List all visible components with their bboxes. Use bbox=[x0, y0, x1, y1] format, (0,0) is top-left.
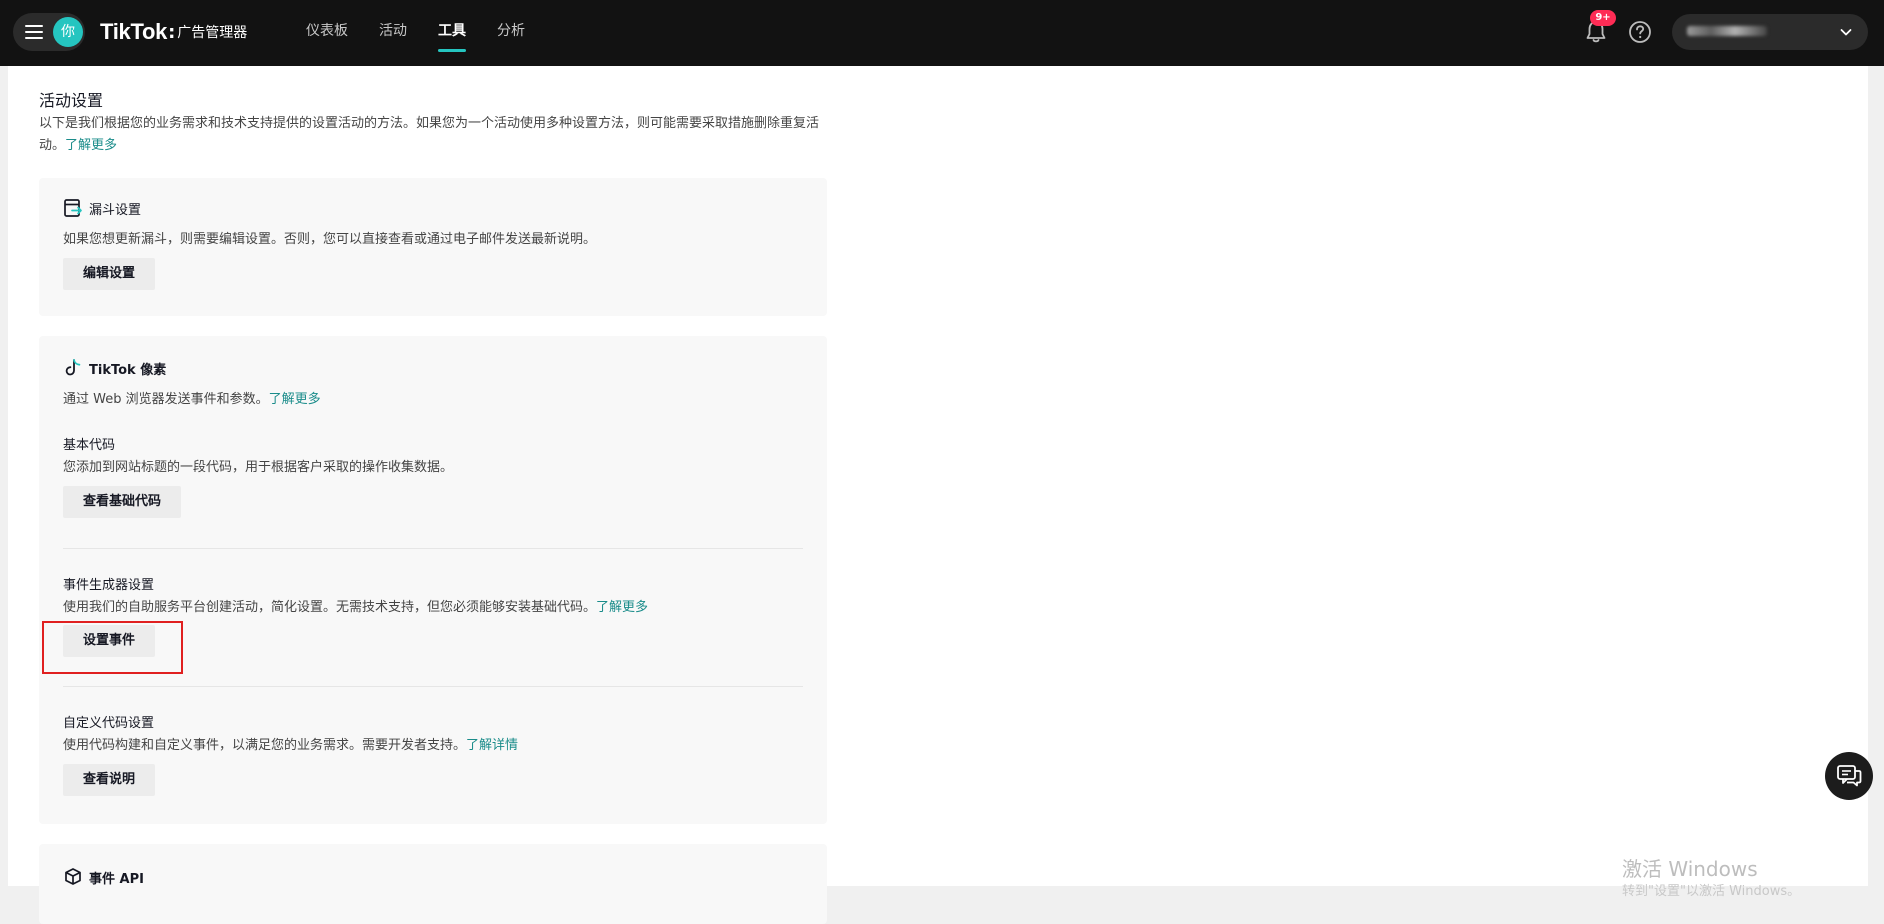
page-description-text: 以下是我们根据您的业务需求和技术支持提供的设置活动的方法。如果您为一个活动使用多… bbox=[39, 116, 820, 153]
brand-logo[interactable]: TikTok : 广告管理器 bbox=[100, 18, 247, 46]
pixel-learn-more-link[interactable]: 了解更多 bbox=[269, 392, 321, 407]
top-navigation-bar: 你 TikTok : 广告管理器 仪表板 活动 工具 分析 9+ bbox=[0, 0, 1884, 66]
custom-code-title: 自定义代码设置 bbox=[63, 716, 155, 731]
base-code-desc: 您添加到网站标题的一段代码，用于根据客户采取的操作收集数据。 bbox=[63, 460, 454, 475]
card-title: 漏斗设置 bbox=[63, 198, 141, 218]
brand-product: 广告管理器 bbox=[177, 25, 248, 41]
funnel-setup-icon bbox=[64, 199, 82, 217]
chat-support-button[interactable] bbox=[1825, 752, 1873, 800]
event-builder-desc-text: 使用我们的自助服务平台创建活动，简化设置。无需技术支持，但您必须能够安装基础代码… bbox=[63, 600, 597, 615]
funnel-setup-card: 漏斗设置 如果您想更新漏斗，则需要编辑设置。否则，您可以直接查看或通过电子邮件发… bbox=[39, 178, 827, 316]
highlight-box bbox=[42, 621, 183, 674]
nav-campaigns[interactable]: 活动 bbox=[379, 0, 407, 66]
tiktok-pixel-card: TikTok 像素 通过 Web 浏览器发送事件和参数。了解更多 基本代码 您添… bbox=[39, 336, 827, 824]
page-description: 以下是我们根据您的业务需求和技术支持提供的设置活动的方法。如果您为一个活动使用多… bbox=[39, 113, 839, 157]
pixel-description: 通过 Web 浏览器发送事件和参数。了解更多 bbox=[63, 388, 321, 407]
windows-activation-subtext: 转到"设置"以激活 Windows。 bbox=[1622, 884, 1801, 899]
hamburger-icon[interactable] bbox=[25, 25, 43, 39]
pixel-description-text: 通过 Web 浏览器发送事件和参数。 bbox=[63, 392, 269, 407]
avatar[interactable]: 你 bbox=[53, 17, 83, 47]
tiktok-pixel-icon bbox=[65, 359, 81, 376]
custom-code-desc-text: 使用代码构建和自定义事件，以满足您的业务需求。需要开发者支持。 bbox=[63, 738, 467, 753]
account-name-redacted bbox=[1687, 26, 1767, 36]
brand-separator: : bbox=[168, 21, 176, 43]
windows-activation-watermark: 激活 Windows bbox=[1622, 857, 1758, 881]
events-api-icon bbox=[65, 868, 81, 885]
view-base-code-button[interactable]: 查看基础代码 bbox=[63, 486, 182, 518]
page-title: 活动设置 bbox=[39, 91, 104, 110]
events-api-title: 事件 API bbox=[89, 871, 144, 887]
divider bbox=[63, 548, 803, 549]
nav-dashboard[interactable]: 仪表板 bbox=[306, 0, 348, 66]
main-nav: 仪表板 活动 工具 分析 bbox=[306, 0, 556, 66]
event-builder-title: 事件生成器设置 bbox=[63, 578, 155, 593]
nav-tools[interactable]: 工具 bbox=[438, 0, 466, 66]
page-content: 活动设置 以下是我们根据您的业务需求和技术支持提供的设置活动的方法。如果您为一个… bbox=[8, 66, 1868, 924]
custom-code-details-link[interactable]: 了解详情 bbox=[466, 738, 518, 753]
account-switcher[interactable] bbox=[1672, 14, 1868, 50]
learn-more-link[interactable]: 了解更多 bbox=[65, 138, 117, 153]
chevron-down-icon bbox=[1840, 29, 1852, 36]
divider bbox=[63, 686, 803, 687]
menu-toggle[interactable]: 你 bbox=[13, 13, 85, 51]
funnel-setup-desc: 如果您想更新漏斗，则需要编辑设置。否则，您可以直接查看或通过电子邮件发送最新说明… bbox=[63, 232, 597, 247]
tiktok-pixel-title: TikTok 像素 bbox=[89, 362, 167, 378]
event-builder-learn-more-link[interactable]: 了解更多 bbox=[596, 600, 648, 615]
funnel-setup-title: 漏斗设置 bbox=[89, 202, 142, 218]
chat-icon bbox=[1837, 765, 1862, 787]
view-instructions-button[interactable]: 查看说明 bbox=[63, 764, 156, 796]
edit-settings-button[interactable]: 编辑设置 bbox=[63, 258, 156, 290]
brand-name: TikTok bbox=[100, 19, 168, 44]
card-title: 事件 API bbox=[63, 867, 144, 887]
custom-code-desc: 使用代码构建和自定义事件，以满足您的业务需求。需要开发者支持。了解详情 bbox=[63, 734, 518, 753]
notification-badge: 9+ bbox=[1590, 10, 1616, 26]
card-title: TikTok 像素 bbox=[63, 358, 166, 378]
event-builder-desc: 使用我们的自助服务平台创建活动，简化设置。无需技术支持，但您必须能够安装基础代码… bbox=[63, 596, 648, 615]
help-icon[interactable] bbox=[1627, 19, 1653, 45]
base-code-title: 基本代码 bbox=[63, 438, 116, 453]
nav-analytics[interactable]: 分析 bbox=[497, 0, 525, 66]
events-api-card: 事件 API bbox=[39, 844, 827, 924]
